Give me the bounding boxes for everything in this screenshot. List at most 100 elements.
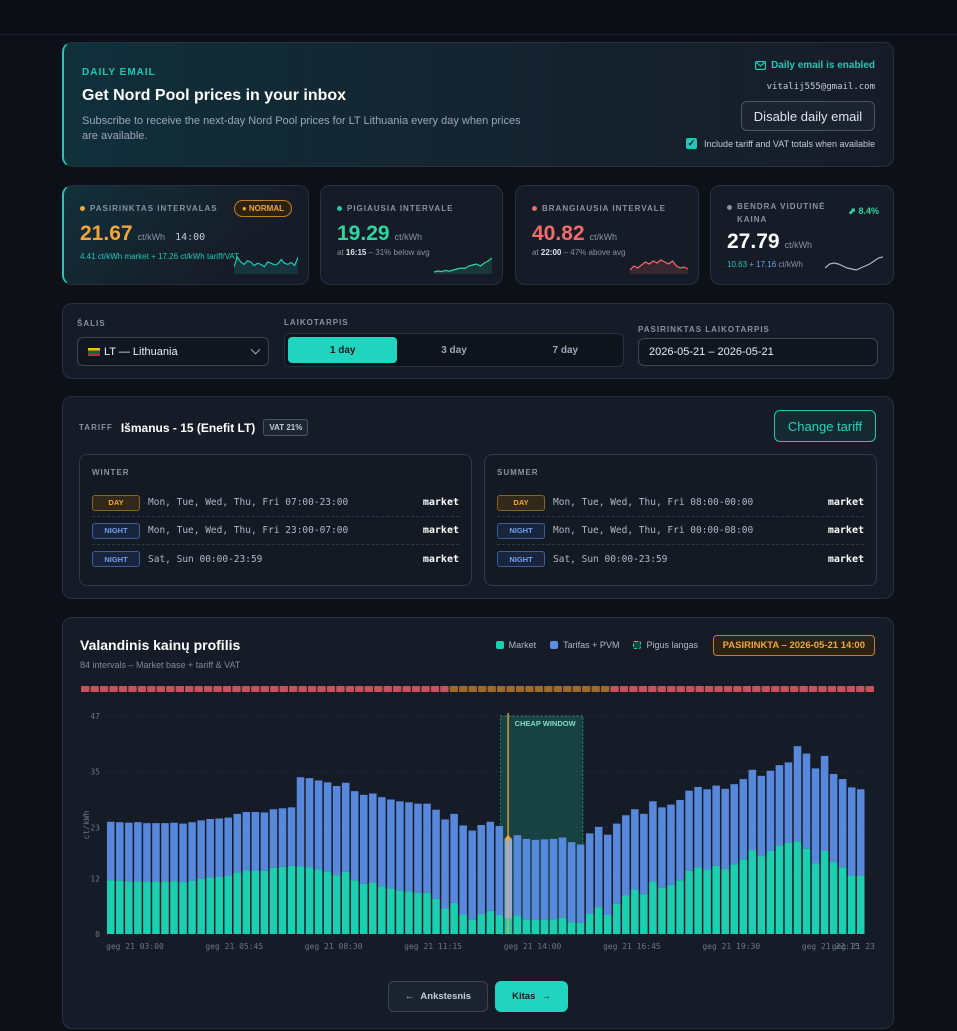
date-range-input[interactable]: 2026-05-21 – 2026-05-21 bbox=[638, 338, 878, 366]
y-tick-label: 47 bbox=[90, 712, 100, 721]
price-strip-segment bbox=[799, 686, 808, 692]
market-bar bbox=[667, 884, 675, 934]
tariff-bar bbox=[757, 775, 766, 857]
price-strip-segment bbox=[137, 686, 147, 692]
y-tick-label: 0 bbox=[95, 930, 100, 939]
tariff-source: market bbox=[422, 553, 459, 565]
selected-marker-dot bbox=[505, 835, 511, 842]
market-bar bbox=[414, 892, 422, 934]
tariff-bar bbox=[531, 839, 540, 921]
selected-interval-badge: PASIRINKTA – 2026-05-21 14:00 bbox=[712, 635, 875, 656]
tariff-bar bbox=[197, 820, 205, 879]
market-bar bbox=[233, 872, 242, 934]
tariff-bar bbox=[784, 762, 793, 843]
market-bar bbox=[143, 881, 151, 934]
market-bar bbox=[278, 866, 287, 934]
most-expensive-sparkline bbox=[630, 259, 688, 274]
average-price-value: 27.79 ct/kWh bbox=[727, 230, 813, 253]
price-strip-segment bbox=[733, 686, 742, 692]
price-strip-segment bbox=[525, 686, 534, 692]
price-strip-segment bbox=[572, 686, 581, 692]
tariff-bar bbox=[323, 782, 332, 872]
market-bar bbox=[161, 881, 169, 934]
price-strip-segment bbox=[506, 686, 515, 692]
market-bar bbox=[585, 913, 594, 934]
market-bar bbox=[369, 882, 377, 934]
tariff-bar bbox=[441, 819, 449, 909]
tariff-name: Išmanus - 15 (Enefit LT) bbox=[120, 420, 256, 435]
previous-button[interactable]: ← Ankstesnis bbox=[388, 981, 488, 1012]
market-bar bbox=[116, 880, 124, 934]
lithuania-flag-icon bbox=[88, 347, 100, 356]
tariff-source: market bbox=[827, 553, 864, 565]
price-strip-segment bbox=[364, 686, 374, 692]
period-7-day[interactable]: 7 day bbox=[511, 337, 620, 363]
tariff-bar bbox=[269, 809, 278, 868]
change-tariff-button[interactable]: Change tariff bbox=[774, 410, 876, 442]
price-strip-segment bbox=[288, 686, 298, 692]
tariff-bar bbox=[847, 787, 856, 876]
tariff-bar bbox=[296, 777, 305, 867]
tariff-source: market bbox=[422, 525, 459, 536]
market-bar bbox=[468, 919, 476, 934]
price-profile-chart[interactable]: 0 12 23 35 47 ct/kWh CHEAP WINDOW geg 21 03:00 g… bbox=[63, 678, 893, 968]
cheapest-interval-label: PIGIAUSIA INTERVALE bbox=[337, 204, 453, 213]
disable-email-button[interactable]: Disable daily email bbox=[741, 101, 875, 131]
email-description: Subscribe to receive the next-day Nord P… bbox=[82, 115, 521, 142]
price-strip-segment bbox=[317, 686, 326, 692]
price-strip-segment bbox=[610, 686, 619, 692]
next-button[interactable]: Kitas → bbox=[495, 981, 568, 1012]
price-strip-segment bbox=[704, 686, 714, 692]
market-bar bbox=[613, 903, 621, 934]
market-bar bbox=[721, 869, 729, 934]
tariff-bar bbox=[134, 822, 142, 882]
country-select[interactable]: LT — Lithuania bbox=[77, 337, 269, 366]
average-price-label: BENDRA VIDUTINĖ KAINA bbox=[727, 200, 825, 226]
price-strip-segment bbox=[563, 686, 572, 692]
include-totals-checkbox[interactable]: ✓ bbox=[686, 138, 698, 149]
price-strip-segment bbox=[827, 686, 837, 692]
tariff-bar bbox=[188, 822, 196, 881]
tariff-bar bbox=[658, 807, 666, 888]
legend-cheap-window[interactable]: Pigus langas bbox=[633, 640, 698, 650]
market-bar bbox=[206, 877, 214, 934]
price-strip-segment bbox=[279, 686, 288, 692]
price-strip-segment bbox=[392, 686, 402, 692]
price-strip-segment bbox=[326, 686, 336, 692]
tariff-bar bbox=[640, 813, 648, 895]
price-strip-segment bbox=[468, 686, 477, 692]
include-totals-option[interactable]: ✓ Include tariff and VAT totals when ava… bbox=[686, 138, 875, 149]
most-expensive-interval-value: 40.82 ct/kWh bbox=[532, 222, 618, 245]
selected-interval-card[interactable]: PASIRINKTAS INTERVALAS ● NORMAL 21.67 ct/… bbox=[62, 185, 309, 285]
price-strip-segment bbox=[657, 686, 667, 692]
market-bar bbox=[179, 882, 187, 934]
market-bar bbox=[811, 863, 820, 934]
tariff-bar bbox=[152, 823, 160, 882]
price-strip-segment bbox=[411, 686, 421, 692]
most-expensive-interval-card: BRANGIAUSIA INTERVALE 40.82 ct/kWh at 22:… bbox=[515, 185, 699, 285]
period-3-day[interactable]: 3 day bbox=[399, 337, 508, 363]
market-bar bbox=[775, 845, 784, 934]
legend-market[interactable]: Market bbox=[495, 640, 536, 650]
y-tick-label: 35 bbox=[90, 768, 100, 777]
market-bar bbox=[450, 902, 458, 934]
arrow-left-icon: ← bbox=[404, 991, 415, 1002]
tariff-header: TARIFF Išmanus - 15 (Enefit LT) VAT 21% bbox=[79, 419, 309, 436]
tariff-type-badge: NIGHT bbox=[497, 551, 545, 567]
legend-tariff[interactable]: Tarifas + PVM bbox=[550, 640, 619, 650]
most-expensive-interval-sub: at 22:00 – 47% above avg bbox=[532, 248, 626, 257]
season-title: WINTER bbox=[92, 468, 130, 477]
daily-email-card: DAILY EMAIL Get Nord Pool prices in your… bbox=[62, 42, 894, 167]
email-title: Get Nord Pool prices in your inbox bbox=[82, 87, 347, 104]
market-bar bbox=[495, 914, 504, 934]
period-1-day[interactable]: 1 day bbox=[288, 337, 398, 363]
selected-interval-value: 21.67 ct/kWh 14:00 bbox=[80, 222, 206, 245]
price-strip-segment bbox=[515, 686, 525, 692]
market-bar bbox=[423, 892, 431, 934]
tariff-bar bbox=[775, 765, 784, 846]
tariff-row: NIGHT Mon, Tue, Wed, Thu, Fri 23:00-07:0… bbox=[92, 517, 459, 545]
price-strip-segment bbox=[837, 686, 846, 692]
market-bar bbox=[838, 867, 847, 934]
x-tick-label: geg 21 16:45 bbox=[603, 942, 661, 951]
price-strip-segment bbox=[81, 686, 90, 692]
